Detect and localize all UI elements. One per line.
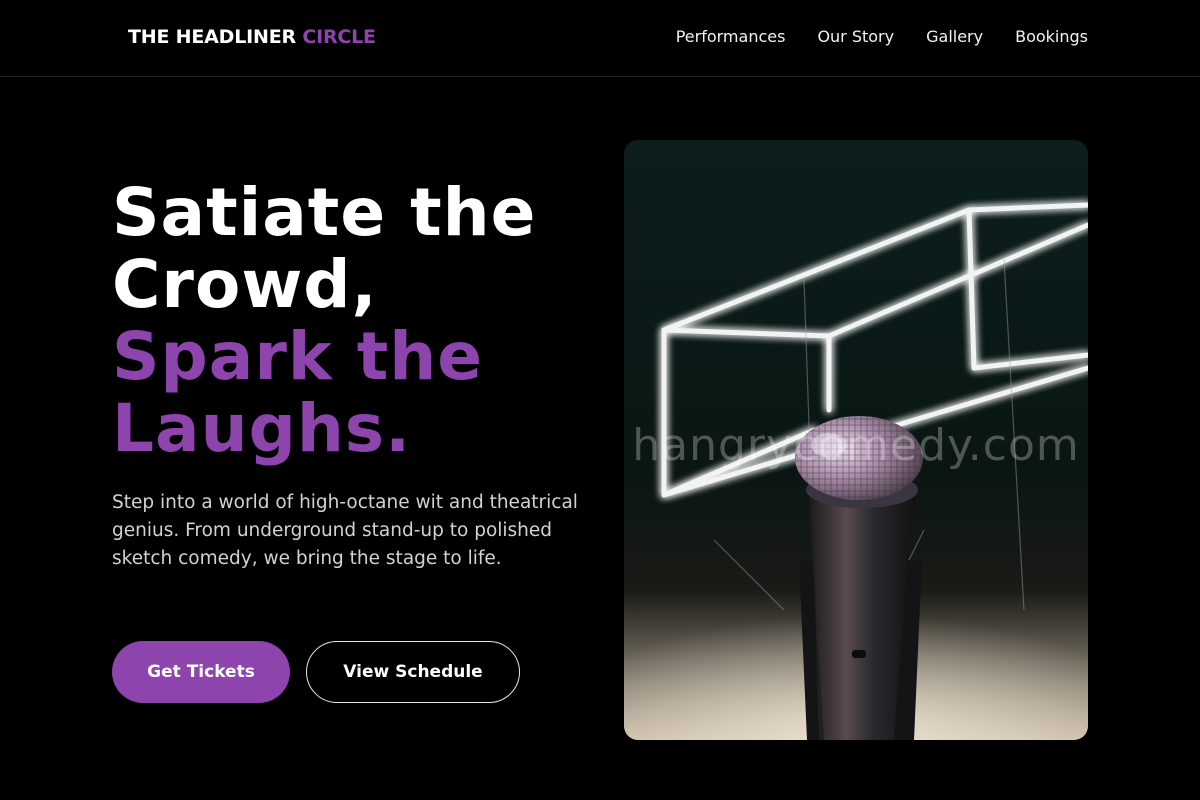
nav-link-our-story[interactable]: Our Story [817, 27, 894, 46]
hero-headline: Satiate the Crowd, Spark the Laughs. [112, 177, 612, 465]
main-nav: Performances Our Story Gallery Bookings [676, 27, 1088, 46]
nav-link-performances[interactable]: Performances [676, 27, 786, 46]
nav-link-gallery[interactable]: Gallery [926, 27, 983, 46]
brand-logo[interactable]: THE HEADLINER CIRCLE [128, 26, 376, 48]
headline-line-3: Spark the [112, 318, 484, 395]
get-tickets-button[interactable]: Get Tickets [112, 641, 290, 703]
headline-line-2: Crowd, [112, 246, 378, 323]
image-watermark: hangrycomedy.com [632, 420, 1080, 471]
brand-name-accent: CIRCLE [302, 26, 376, 48]
headline-line-4: Laughs. [112, 390, 412, 467]
headline-line-1: Satiate the [112, 174, 537, 251]
nav-link-bookings[interactable]: Bookings [1015, 27, 1088, 46]
top-navigation-bar: THE HEADLINER CIRCLE Performances Our St… [0, 0, 1200, 77]
hero-description: Step into a world of high-octane wit and… [112, 492, 578, 569]
brand-name: THE HEADLINER [128, 26, 296, 48]
hero-image-microphone: hangrycomedy.com [624, 140, 1088, 740]
view-schedule-button[interactable]: View Schedule [306, 641, 520, 703]
